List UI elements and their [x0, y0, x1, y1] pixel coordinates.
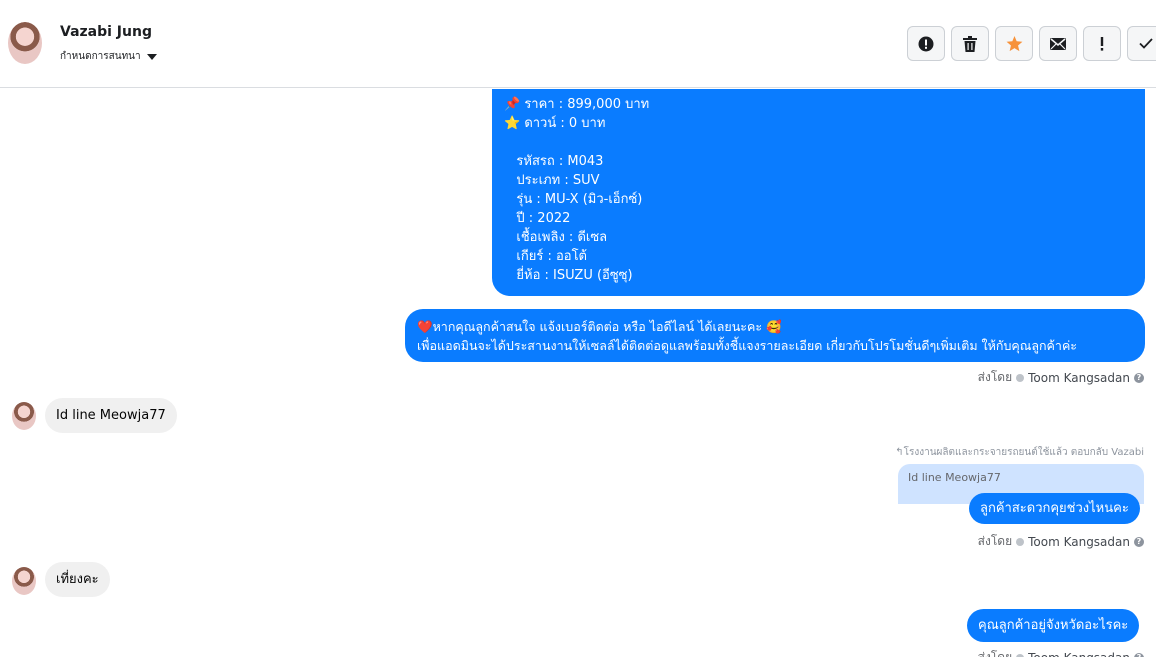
car-detail-line	[504, 133, 1133, 152]
help-icon[interactable]: ?	[1134, 652, 1144, 657]
incoming-message[interactable]: Id line Meowja77	[45, 398, 177, 433]
follow-up-button[interactable]	[1083, 26, 1121, 61]
delete-button[interactable]	[951, 26, 989, 61]
contact-prompt-line2: เพื่อแอดมินจะได้ประสานงานให้เซลล์ได้ติดต…	[417, 338, 1078, 353]
report-button[interactable]	[907, 26, 945, 61]
star-icon	[1006, 35, 1022, 51]
car-detail-line: รุ่น : MU-X (มิว-เอ็กซ์)	[504, 192, 643, 207]
sender-name[interactable]: Toom Kangsadan	[1028, 371, 1130, 385]
star-button[interactable]	[995, 26, 1033, 61]
outgoing-message[interactable]: คุณลูกค้าอยู่จังหวัดอะไรคะ	[967, 609, 1140, 642]
trash-icon	[963, 35, 977, 52]
sender-name[interactable]: Toom Kangsadan	[1028, 651, 1130, 657]
contact-prompt-line1: ❤️หากคุณลูกค้าสนใจ แจ้งเบอร์ติดต่อ หรือ …	[417, 319, 782, 334]
incoming-message[interactable]: เที่ยงคะ	[45, 562, 110, 597]
contact-avatar[interactable]	[8, 22, 42, 64]
conversation-menu-label: กำหนดการสนทนา	[60, 51, 141, 62]
car-detail-line: รหัสรถ : M043	[504, 154, 604, 169]
verified-icon	[1016, 653, 1025, 657]
sent-by-label: ส่งโดย	[977, 534, 1013, 548]
car-detail-line: ⭐ ดาวน์ : 0 บาท	[504, 116, 606, 131]
car-detail-line: 📌 ราคา : 899,000 บาท	[504, 97, 650, 112]
car-details-message[interactable]: 📌 ราคา : 899,000 บาท ⭐ ดาวน์ : 0 บาท รหั…	[492, 89, 1145, 296]
verified-icon	[1016, 537, 1025, 546]
conversation-menu-dropdown[interactable]: กำหนดการสนทนา	[60, 49, 157, 64]
alert-circle-icon	[918, 36, 934, 51]
mark-unread-button[interactable]	[1039, 26, 1077, 61]
message-thread[interactable]: 📌 ราคา : 899,000 บาท ⭐ ดาวน์ : 0 บาท รหั…	[0, 89, 1156, 657]
contact-prompt-message[interactable]: ❤️หากคุณลูกค้าสนใจ แจ้งเบอร์ติดต่อ หรือ …	[405, 309, 1145, 362]
caret-down-icon	[146, 53, 157, 60]
conversation-header: Vazabi Jung กำหนดการสนทนา	[0, 0, 1156, 88]
contact-avatar-small[interactable]	[12, 402, 36, 430]
check-icon	[1139, 38, 1153, 49]
reply-arrow-icon: ↰	[895, 447, 904, 458]
contact-avatar-small[interactable]	[12, 567, 36, 595]
help-icon[interactable]: ?	[1134, 372, 1144, 383]
exclamation-icon	[1100, 36, 1104, 51]
sender-name[interactable]: Toom Kangsadan	[1028, 535, 1130, 549]
car-detail-line: เกียร์ : ออโต้	[504, 249, 587, 264]
outgoing-message[interactable]: ลูกค้าสะดวกคุยช่วงไหนคะ	[969, 493, 1140, 524]
car-detail-line: เชื้อเพลิง : ดีเซล	[504, 230, 608, 245]
car-detail-line: ปี : 2022	[504, 211, 571, 226]
car-detail-line: ยี่ห้อ : ISUZU (อีซูซุ)	[504, 268, 633, 283]
contact-name[interactable]: Vazabi Jung	[60, 24, 152, 40]
sent-by-info: ส่งโดย Toom Kangsadan ?	[978, 368, 1144, 387]
reply-note: ↰โรงงานผลิตและกระจายรถยนต์ใช้แล้ว ตอบกลั…	[895, 447, 1144, 458]
sent-by-info: ส่งโดย Toom Kangsadan ?	[978, 532, 1144, 551]
envelope-icon	[1050, 37, 1066, 50]
mark-done-button[interactable]	[1127, 26, 1156, 61]
sent-by-info: ส่งโดย Toom Kangsadan ?	[978, 648, 1144, 657]
help-icon[interactable]: ?	[1134, 536, 1144, 547]
sent-by-label: ส่งโดย	[977, 650, 1013, 657]
sent-by-label: ส่งโดย	[977, 370, 1013, 384]
conversation-toolbar	[907, 26, 1156, 61]
verified-icon	[1016, 373, 1025, 382]
car-detail-line: ประเภท : SUV	[504, 173, 600, 188]
